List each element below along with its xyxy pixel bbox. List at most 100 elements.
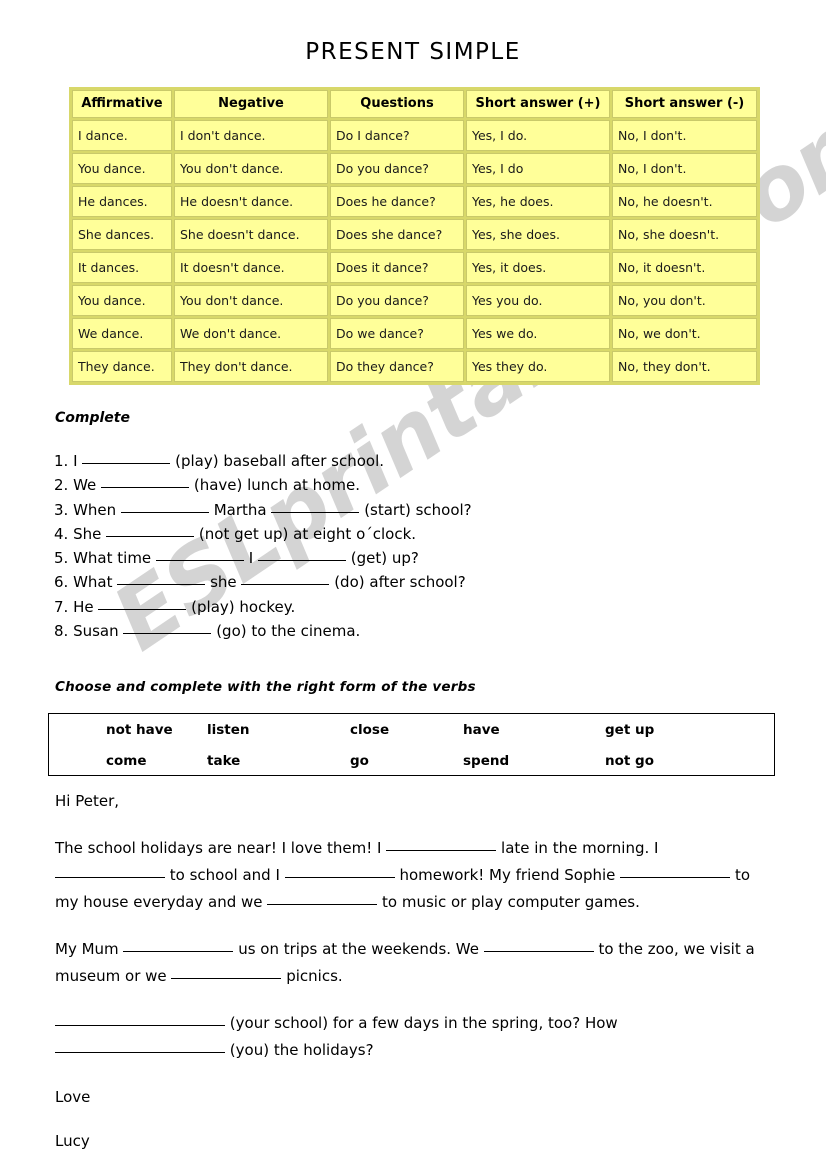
complete-question: 5. What time I (get) up? <box>54 546 614 570</box>
cell-affirmative: You dance. <box>72 285 172 316</box>
question-text: (play) hockey. <box>191 597 296 616</box>
letter-paragraph-3: (your school) for a few days in the spri… <box>55 1010 773 1064</box>
cell-question: Do they dance? <box>330 351 464 382</box>
letter-text: The school holidays are near! I love the… <box>55 839 382 857</box>
table-header-negative: Negative <box>174 90 328 118</box>
letter-greeting-text: Hi Peter, <box>55 792 119 810</box>
cell-short-answer-negative: No, I don't. <box>612 153 757 184</box>
cell-short-answer-positive: Yes, he does. <box>466 186 610 217</box>
answer-blank[interactable] <box>241 584 330 586</box>
answer-blank[interactable] <box>55 877 165 878</box>
answer-blank[interactable] <box>82 463 171 464</box>
question-text: We <box>73 476 97 495</box>
table-header-affirmative: Affirmative <box>72 90 172 118</box>
word-bank-item[interactable]: go <box>350 753 463 769</box>
table-header-short-answer-n: Short answer (-) <box>612 90 757 118</box>
heading-choose-and-complete: Choose and complete with the right form … <box>55 679 476 695</box>
question-number: 7. <box>54 597 69 616</box>
letter-body: Hi Peter, The school holidays are near! … <box>55 788 773 1155</box>
cell-negative: You don't dance. <box>174 285 328 316</box>
page-title: PRESENT SIMPLE <box>305 39 521 65</box>
word-bank-item[interactable]: listen <box>207 722 350 738</box>
cell-affirmative: They dance. <box>72 351 172 382</box>
cell-question: Do we dance? <box>330 318 464 349</box>
letter-text: (you) the holidays? <box>229 1041 374 1059</box>
cell-negative: You don't dance. <box>174 153 328 184</box>
answer-blank[interactable] <box>98 608 187 610</box>
answer-blank[interactable] <box>386 850 497 851</box>
cell-negative: He doesn't dance. <box>174 186 328 217</box>
question-text: (start) school? <box>364 500 472 519</box>
word-bank-item[interactable]: have <box>463 722 605 738</box>
letter-signature-text: Lucy <box>55 1132 90 1150</box>
letter-text: late in the morning. I <box>501 839 659 857</box>
word-bank-item[interactable]: get up <box>605 722 745 738</box>
question-text: He <box>73 597 94 616</box>
answer-blank[interactable] <box>55 1052 225 1053</box>
answer-blank[interactable] <box>117 584 206 586</box>
answer-blank[interactable] <box>267 904 378 905</box>
answer-blank[interactable] <box>171 978 282 979</box>
question-number: 6. <box>54 573 69 592</box>
answer-blank[interactable] <box>483 951 594 952</box>
table-row: I dance. I don't dance. Do I dance? Yes, I … <box>72 120 757 151</box>
question-text: (play) baseball after school. <box>175 452 385 470</box>
question-number: 2. <box>54 476 69 495</box>
cell-short-answer-negative: No, she doesn't. <box>612 219 757 250</box>
complete-question: 8. Susan (go) to the cinema. <box>54 619 614 643</box>
question-number: 8. <box>54 622 69 641</box>
question-text: (go) to the cinema. <box>216 622 361 641</box>
heading-complete: Complete <box>55 410 130 426</box>
table-header-questions: Questions <box>330 90 464 118</box>
word-bank-item[interactable]: come <box>49 753 207 769</box>
cell-short-answer-positive: Yes they do. <box>466 351 610 382</box>
answer-blank[interactable] <box>155 560 244 562</box>
answer-blank[interactable] <box>106 535 195 537</box>
letter-text: homework! My friend Sophie <box>399 866 616 884</box>
worksheet-page: PRESENT SIMPLE Affirmative Negative Ques… <box>0 0 826 1169</box>
question-text: When <box>73 500 117 519</box>
question-text: I <box>73 452 78 470</box>
word-bank-item[interactable]: not go <box>605 753 745 769</box>
word-bank-item[interactable]: close <box>350 722 463 738</box>
answer-blank[interactable] <box>257 560 346 562</box>
answer-blank[interactable] <box>271 511 360 513</box>
answer-blank[interactable] <box>101 487 190 489</box>
complete-question: 4. She (not get up) at eight o´clock. <box>54 522 614 546</box>
table-row: You dance. You don't dance. Do you dance? Y… <box>72 285 757 316</box>
answer-blank[interactable] <box>620 877 731 878</box>
cell-affirmative: She dances. <box>72 219 172 250</box>
question-text: (do) after school? <box>334 573 466 592</box>
cell-short-answer-negative: No, it doesn't. <box>612 252 757 283</box>
answer-blank[interactable] <box>284 877 395 878</box>
cell-short-answer-positive: Yes, I do. <box>466 120 610 151</box>
table-row: We dance. We don't dance. Do we dance? Yes … <box>72 318 757 349</box>
letter-text: picnics. <box>286 967 343 985</box>
letter-text: to school and I <box>169 866 280 884</box>
answer-blank[interactable] <box>120 511 209 513</box>
word-bank-item[interactable]: spend <box>463 753 605 769</box>
word-bank-item[interactable]: take <box>207 753 350 769</box>
letter-closing-text: Love <box>55 1088 91 1106</box>
cell-short-answer-positive: Yes, she does. <box>466 219 610 250</box>
cell-negative: They don't dance. <box>174 351 328 382</box>
word-bank-item[interactable]: not have <box>49 722 207 738</box>
cell-question: Does she dance? <box>330 219 464 250</box>
word-bank-row-1: not have listen close have get up <box>49 714 774 745</box>
letter-text: (your school) for a few days in the spri… <box>229 1014 618 1032</box>
answer-blank[interactable] <box>123 951 234 952</box>
answer-blank[interactable] <box>123 633 212 635</box>
cell-short-answer-positive: Yes, it does. <box>466 252 610 283</box>
answer-blank[interactable] <box>55 1025 225 1026</box>
cell-negative: It doesn't dance. <box>174 252 328 283</box>
complete-exercise-list: 1. I (play) baseball after school. 2. We … <box>54 449 614 643</box>
question-text: she <box>210 573 237 592</box>
table-body: I dance. I don't dance. Do I dance? Yes, I … <box>72 120 757 382</box>
cell-short-answer-negative: No, he doesn't. <box>612 186 757 217</box>
question-text: (have) lunch at home. <box>193 476 360 495</box>
cell-short-answer-negative: No, they don't. <box>612 351 757 382</box>
word-bank-box: not have listen close have get up come t… <box>48 713 775 776</box>
table-row: You dance. You don't dance. Do you dance? Y… <box>72 153 757 184</box>
question-text: Susan <box>73 622 119 641</box>
letter-text: to music or play computer games. <box>382 893 640 911</box>
